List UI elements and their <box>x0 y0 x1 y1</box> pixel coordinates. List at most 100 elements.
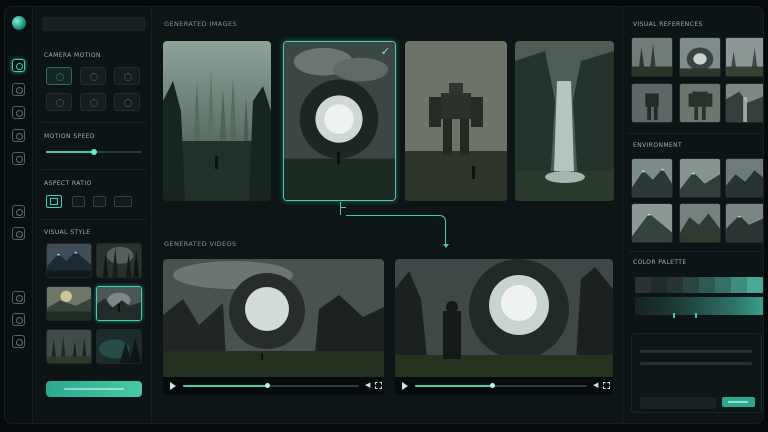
palette-swatch[interactable] <box>651 277 667 293</box>
play-icon[interactable] <box>402 382 408 390</box>
color-palette-label: COLOR PALETTE <box>633 259 687 266</box>
motion-speed-slider[interactable] <box>46 149 142 155</box>
motion-button-pan[interactable] <box>46 67 72 85</box>
placeholder-line <box>640 350 752 353</box>
motion-button-zoom[interactable] <box>114 67 140 85</box>
details-field[interactable] <box>640 397 716 409</box>
details-box <box>631 333 762 413</box>
palette-swatch[interactable] <box>715 277 731 293</box>
connector-line <box>346 215 446 245</box>
motion-button-orbit[interactable] <box>46 93 72 111</box>
progress-thumb[interactable] <box>265 383 271 388</box>
motion-speed-label: MOTION SPEED <box>44 133 95 140</box>
generated-image-2-selected[interactable]: ✓ <box>283 41 396 201</box>
generate-button[interactable] <box>46 381 142 397</box>
placeholder-line <box>640 362 752 365</box>
play-icon[interactable] <box>170 382 176 390</box>
motion-button-static[interactable] <box>114 93 140 111</box>
environment-thumb-3[interactable] <box>725 158 763 198</box>
progress-thumb[interactable] <box>490 383 496 388</box>
palette-swatch[interactable] <box>731 277 747 293</box>
reference-thumb-2[interactable] <box>679 37 721 77</box>
reference-thumb-4[interactable] <box>631 83 673 123</box>
progress-fill <box>183 385 268 387</box>
generated-video-1[interactable]: ◀ <box>163 259 384 395</box>
home-icon[interactable] <box>12 59 25 72</box>
environment-thumb-1[interactable] <box>631 158 673 198</box>
generated-video-2[interactable]: ◀ <box>395 259 613 395</box>
apply-button[interactable] <box>722 397 755 407</box>
camera-motion-label: CAMERA MOTION <box>44 52 101 59</box>
reference-thumb-3[interactable] <box>725 37 763 77</box>
video-controls: ◀ <box>163 377 384 395</box>
divider <box>629 133 762 134</box>
style-thumb-sunlit-valley[interactable] <box>46 286 92 321</box>
divider <box>42 219 146 220</box>
generated-videos-label: GENERATED VIDEOS <box>164 240 237 248</box>
layers-icon[interactable] <box>12 106 25 119</box>
logo-icon <box>12 16 26 30</box>
list-icon[interactable] <box>12 313 25 326</box>
icon-rail <box>5 7 33 423</box>
settings-icon[interactable] <box>12 129 25 142</box>
image-icon[interactable] <box>12 205 25 218</box>
video-progress-bar[interactable] <box>183 383 359 388</box>
settings-panel: CAMERA MOTION MOTION SPEED ASPECT RATIO … <box>34 7 152 423</box>
gradient-stop[interactable] <box>673 313 675 318</box>
cube-icon[interactable] <box>12 152 25 165</box>
palette-swatch[interactable] <box>747 277 763 293</box>
visual-style-label: VISUAL STYLE <box>44 229 91 236</box>
aspect-ratio-label: ASPECT RATIO <box>44 180 92 187</box>
fullscreen-icon[interactable] <box>375 382 382 389</box>
aspect-ratio-option-1[interactable] <box>46 195 62 208</box>
app-window: CAMERA MOTION MOTION SPEED ASPECT RATIO … <box>4 6 764 424</box>
main-canvas: GENERATED IMAGES ✓ GENERATED VIDEOS ◀ ◀ <box>153 7 621 423</box>
palette-swatch[interactable] <box>667 277 683 293</box>
aspect-ratio-option-4[interactable] <box>114 196 132 207</box>
palette-swatch[interactable] <box>635 277 651 293</box>
arrow-down-icon <box>443 244 449 248</box>
video-controls: ◀ <box>395 377 613 395</box>
divider <box>42 122 146 123</box>
environment-thumb-5[interactable] <box>679 203 721 243</box>
style-thumb-pine-forest[interactable] <box>46 329 92 364</box>
palette-gradient-bar[interactable] <box>635 297 763 315</box>
palette-swatch[interactable] <box>683 277 699 293</box>
video-progress-bar[interactable] <box>415 383 587 388</box>
edit-icon[interactable] <box>12 83 25 96</box>
reference-thumb-5[interactable] <box>679 83 721 123</box>
fullscreen-icon[interactable] <box>603 382 610 389</box>
aspect-ratio-option-3[interactable] <box>93 196 106 207</box>
reference-thumb-6[interactable] <box>725 83 763 123</box>
environment-thumb-4[interactable] <box>631 203 673 243</box>
references-panel: VISUAL REFERENCES ENVIRONMENT COLOR PALE… <box>622 7 763 423</box>
style-thumb-mountains[interactable] <box>46 243 92 278</box>
environment-label: ENVIRONMENT <box>633 142 683 149</box>
motion-button-dolly[interactable] <box>80 93 106 111</box>
divider <box>629 251 762 252</box>
generated-image-4[interactable] <box>515 41 614 201</box>
shield-icon[interactable] <box>12 227 25 240</box>
style-thumb-dark-forest[interactable] <box>96 243 142 278</box>
visual-references-label: VISUAL REFERENCES <box>633 21 703 28</box>
volume-icon[interactable]: ◀ <box>365 382 372 389</box>
volume-icon[interactable]: ◀ <box>593 382 600 389</box>
generated-image-1[interactable] <box>163 41 271 201</box>
generated-images-label: GENERATED IMAGES <box>164 20 237 28</box>
environment-thumb-2[interactable] <box>679 158 721 198</box>
slider-thumb[interactable] <box>91 149 97 155</box>
reference-thumb-1[interactable] <box>631 37 673 77</box>
generated-image-3[interactable] <box>405 41 507 201</box>
motion-button-tilt[interactable] <box>80 67 106 85</box>
aspect-ratio-option-2[interactable] <box>72 196 85 207</box>
divider <box>42 169 146 170</box>
check-icon: ✓ <box>380 45 390 58</box>
prompt-field[interactable] <box>42 17 146 31</box>
gradient-stop[interactable] <box>695 313 697 318</box>
help-icon[interactable] <box>12 291 25 304</box>
palette-swatch[interactable] <box>699 277 715 293</box>
box-icon[interactable] <box>12 335 25 348</box>
style-thumb-ruins-selected[interactable] <box>96 286 142 321</box>
style-thumb-teal-mist[interactable] <box>96 329 142 364</box>
environment-thumb-6[interactable] <box>725 203 763 243</box>
